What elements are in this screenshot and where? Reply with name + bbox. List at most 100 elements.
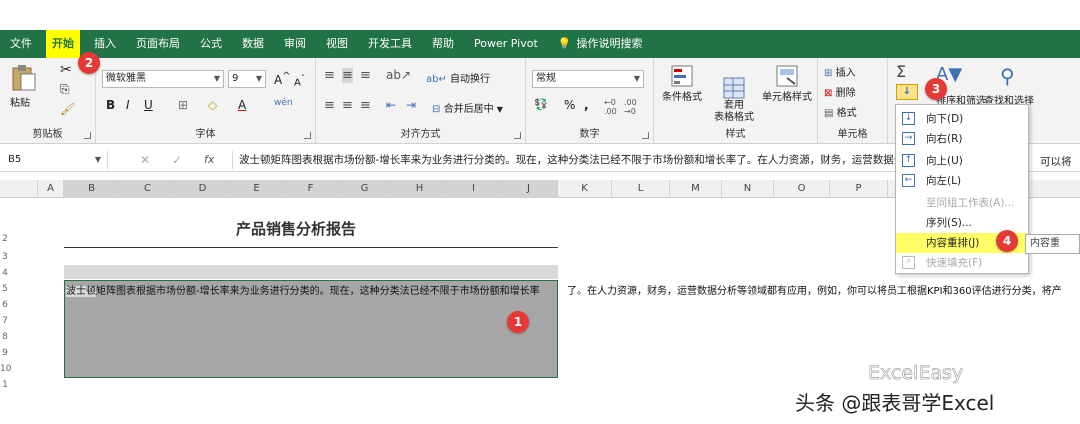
comma-button[interactable]: , xyxy=(584,98,589,112)
tab-developer[interactable]: 开发工具 xyxy=(358,30,422,58)
cell-b5-text[interactable]: 波士顿矩阵图表根据市场份额-增长率来为业务进行分类的。现在，这种分类法已经不限于… xyxy=(66,282,540,297)
number-format-select[interactable]: 常规 ▼ xyxy=(532,70,644,88)
row-header[interactable]: 4 xyxy=(0,268,10,278)
merge-center-button[interactable]: ⊟ 合并后居中 ▼ xyxy=(432,100,503,115)
font-size-select[interactable]: 9 ▼ xyxy=(228,70,266,88)
increase-decimal-icon[interactable]: ←0.00 xyxy=(604,98,617,116)
tab-formulas[interactable]: 公式 xyxy=(190,30,232,58)
paste-button[interactable]: 粘贴 xyxy=(10,64,36,109)
column-header-e[interactable]: E xyxy=(230,180,284,198)
tab-power-pivot[interactable]: Power Pivot xyxy=(464,30,548,58)
shrink-font-button[interactable]: Aˇ xyxy=(294,73,305,88)
fill-right-item[interactable]: → 向右(R) xyxy=(896,129,1028,149)
column-header-n[interactable]: N xyxy=(722,180,774,198)
insert-function-icon[interactable]: fx xyxy=(204,153,214,166)
column-header-l[interactable]: L xyxy=(612,180,670,198)
bold-button[interactable]: B xyxy=(106,98,115,112)
row-header[interactable]: 9 xyxy=(0,348,10,358)
tab-help[interactable]: 帮助 xyxy=(422,30,464,58)
align-middle-icon[interactable]: ≡ xyxy=(342,68,353,83)
font-name-select[interactable]: 微软雅黑 ▼ xyxy=(102,70,224,88)
row-header[interactable]: 3 xyxy=(0,252,10,262)
underline-button[interactable]: U xyxy=(144,98,153,112)
table-format-icon xyxy=(723,77,745,99)
tab-page-layout[interactable]: 页面布局 xyxy=(126,30,190,58)
column-header-i[interactable]: I xyxy=(448,180,500,198)
tab-file[interactable]: 文件 xyxy=(0,30,42,58)
increase-indent-icon[interactable]: ⇥ xyxy=(406,98,416,112)
column-header-c[interactable]: C xyxy=(120,180,176,198)
grow-font-button[interactable]: A^ xyxy=(274,71,291,87)
align-center-icon[interactable]: ≡ xyxy=(342,98,353,113)
cut-icon[interactable]: ✂ xyxy=(60,62,72,78)
phonetic-button[interactable]: wén xyxy=(274,98,293,108)
row-header[interactable]: 2 xyxy=(0,234,10,244)
fill-button[interactable]: ↓ xyxy=(896,84,918,100)
decrease-indent-icon[interactable]: ⇤ xyxy=(386,98,396,112)
title-underline xyxy=(64,247,558,248)
border-icon[interactable]: ⊞ xyxy=(178,98,188,112)
column-header-a[interactable]: A xyxy=(38,180,64,198)
header-band[interactable] xyxy=(64,265,558,279)
font-color-button[interactable]: A xyxy=(238,98,246,112)
select-all-corner[interactable] xyxy=(0,180,38,198)
column-header-p[interactable]: P xyxy=(830,180,888,198)
column-header-o[interactable]: O xyxy=(774,180,830,198)
confirm-icon[interactable]: ✓ xyxy=(172,153,182,167)
row-header[interactable]: 6 xyxy=(0,300,10,310)
tab-view[interactable]: 视图 xyxy=(316,30,358,58)
row-header[interactable]: 10 xyxy=(0,364,11,374)
italic-button[interactable]: I xyxy=(126,98,130,112)
tab-home[interactable]: 开始 xyxy=(46,30,80,58)
cell-styles-button[interactable]: 单元格样式 xyxy=(760,64,814,103)
orientation-icon[interactable]: ab↗ xyxy=(386,68,411,82)
number-launcher-icon[interactable] xyxy=(642,132,649,139)
insert-cells-button[interactable]: ⊞ 插入 xyxy=(824,64,856,79)
tell-me-search[interactable]: 💡 操作说明搜索 xyxy=(548,30,653,58)
column-header-d[interactable]: D xyxy=(176,180,230,198)
fill-down-item[interactable]: ↓ 向下(D) xyxy=(896,109,1028,129)
fill-color-icon[interactable]: ◇ xyxy=(208,98,217,112)
tab-review[interactable]: 审阅 xyxy=(274,30,316,58)
column-header-m[interactable]: M xyxy=(670,180,722,198)
percent-button[interactable]: % xyxy=(564,98,575,112)
format-cells-button[interactable]: ▤ 格式 xyxy=(824,104,857,119)
cancel-icon[interactable]: ✕ xyxy=(140,153,150,167)
row-header[interactable]: 5 xyxy=(0,284,10,294)
clipboard-launcher-icon[interactable] xyxy=(84,132,91,139)
tab-data[interactable]: 数据 xyxy=(232,30,274,58)
wrap-text-button[interactable]: ab↵ 自动换行 xyxy=(426,70,490,85)
report-title[interactable]: 产品销售分析报告 xyxy=(236,218,356,239)
watermark: ExcelEasy xyxy=(868,362,964,385)
column-header-b[interactable]: B xyxy=(64,180,120,198)
delete-cells-button[interactable]: ⊠ 删除 xyxy=(824,84,856,99)
decrease-decimal-icon[interactable]: .00 →0 xyxy=(624,98,637,116)
align-top-icon[interactable]: ≡ xyxy=(324,68,335,83)
column-header-f[interactable]: F xyxy=(284,180,338,198)
row-header[interactable]: 7 xyxy=(0,316,10,326)
copy-icon[interactable]: ⎘ xyxy=(60,82,70,97)
conditional-formatting-button[interactable]: 条件格式 xyxy=(658,64,706,103)
align-bottom-icon[interactable]: ≡ xyxy=(360,68,371,83)
fill-up-item[interactable]: ↑ 向上(U) xyxy=(896,151,1028,171)
flash-fill-item[interactable]: ⚡ 快速填充(F) xyxy=(896,253,1028,273)
align-right-icon[interactable]: ≡ xyxy=(360,98,371,113)
row-header[interactable]: 8 xyxy=(0,332,10,342)
fill-across-worksheets-item[interactable]: 至同组工作表(A)... xyxy=(896,193,1028,213)
currency-icon[interactable]: 💱 xyxy=(534,98,548,111)
row-header[interactable]: 1 xyxy=(0,380,10,390)
column-header-h[interactable]: H xyxy=(392,180,448,198)
column-header-j[interactable]: J xyxy=(500,180,558,198)
group-cells: ⊞ 插入 ⊠ 删除 ▤ 格式 单元格 xyxy=(818,58,888,144)
name-box[interactable]: B5 ▼ xyxy=(8,151,108,169)
align-left-icon[interactable]: ≡ xyxy=(324,98,335,113)
column-header-k[interactable]: K xyxy=(558,180,612,198)
autosum-button[interactable]: Σ xyxy=(896,62,906,81)
formula-input[interactable]: 波士顿矩阵图表根据市场份额-增长率来为业务进行分类的。现在，这种分类法已经不限于… xyxy=(232,151,912,169)
format-painter-icon[interactable]: 🖌 xyxy=(60,102,75,116)
column-header-g[interactable]: G xyxy=(338,180,392,198)
find-select-icon[interactable]: ⚲ xyxy=(1000,64,1015,88)
font-launcher-icon[interactable] xyxy=(304,132,311,139)
fill-left-item[interactable]: ← 向左(L) xyxy=(896,171,1028,191)
alignment-launcher-icon[interactable] xyxy=(514,132,521,139)
